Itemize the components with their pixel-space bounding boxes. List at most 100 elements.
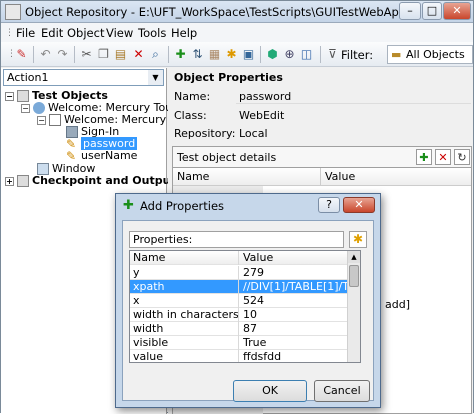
table-row-selected[interactable]: xpath //DIV[1]/TABLE[1]/TB... bbox=[130, 280, 348, 294]
minimize-button[interactable]: – bbox=[399, 2, 421, 20]
repository-icon[interactable]: ◫ bbox=[298, 46, 315, 63]
repository-value: Local bbox=[239, 127, 268, 140]
remove-property-icon[interactable]: ✕ bbox=[435, 149, 451, 165]
chevron-down-icon: ▼ bbox=[148, 70, 163, 85]
find-icon[interactable]: ⌕ bbox=[147, 46, 164, 63]
target-icon[interactable]: ⊕ bbox=[281, 46, 298, 63]
filter-icon: ⊽ bbox=[328, 47, 337, 61]
title-bar: Object Repository - E:\UFT_WorkSpace\Tes… bbox=[1, 1, 473, 23]
menu-bar: ⋮ File Edit Object View Tools Help bbox=[1, 23, 473, 42]
highlight-icon[interactable]: ✱ bbox=[223, 46, 240, 63]
table-row[interactable]: y 279 bbox=[130, 266, 348, 280]
undo-icon[interactable]: ↶ bbox=[37, 46, 54, 63]
properties-filter-field[interactable]: Properties: bbox=[129, 231, 344, 248]
update-from-app-icon[interactable]: ⇅ bbox=[189, 46, 206, 63]
copy-icon[interactable]: ❐ bbox=[95, 46, 112, 63]
properties-label: Properties: bbox=[133, 233, 193, 246]
name-value: password bbox=[239, 90, 292, 103]
table-row[interactable]: width 87 bbox=[130, 322, 348, 336]
folder-icon: ▬ bbox=[391, 48, 402, 61]
dialog-close-button[interactable]: ✕ bbox=[343, 197, 375, 213]
dialog-title: Add Properties bbox=[140, 199, 225, 213]
add-properties-dialog: ✚ Add Properties ? ✕ Properties: ✱ Name … bbox=[115, 193, 381, 408]
locate-icon[interactable]: ▣ bbox=[240, 46, 257, 63]
table-row[interactable]: visible True bbox=[130, 336, 348, 350]
table-row[interactable]: width in characters 10 bbox=[130, 308, 348, 322]
row-name: width bbox=[133, 322, 239, 336]
properties-table: Name Value y 279 xpath //DIV[1]/TABLE[1]/T… bbox=[129, 250, 361, 363]
add-property-icon[interactable]: ✚ bbox=[416, 149, 432, 165]
object-spy-icon[interactable]: ⬢ bbox=[264, 46, 281, 63]
toolbar-separator bbox=[260, 46, 261, 63]
scroll-thumb[interactable] bbox=[349, 265, 359, 287]
ok-button[interactable]: OK bbox=[233, 380, 307, 402]
menubar-grip-icon: ⋮ bbox=[5, 28, 14, 38]
toolbar-separator bbox=[33, 46, 34, 63]
toolbar-separator bbox=[74, 46, 75, 63]
row-name: y bbox=[133, 266, 239, 280]
expand-toggle-icon[interactable]: + bbox=[5, 176, 14, 186]
menu-edit[interactable]: Edit bbox=[41, 26, 63, 40]
scroll-up-icon[interactable]: ▲ bbox=[348, 251, 360, 263]
action-dropdown[interactable]: Action1 ▼ bbox=[3, 69, 164, 86]
row-value: 87 bbox=[243, 322, 257, 335]
collapse-toggle-icon[interactable]: − bbox=[37, 115, 46, 125]
merge-icon[interactable]: ▦ bbox=[206, 46, 223, 63]
object-repository-window: Object Repository - E:\UFT_WorkSpace\Tes… bbox=[0, 0, 474, 414]
menu-tools[interactable]: Tools bbox=[138, 26, 166, 40]
filter-value: All Objects bbox=[406, 48, 465, 61]
table-row[interactable]: x 524 bbox=[130, 294, 348, 308]
properties-scrollbar[interactable]: ▲ bbox=[347, 251, 360, 362]
row-value: //DIV[1]/TABLE[1]/TB... bbox=[243, 280, 347, 293]
details-col-name[interactable]: Name bbox=[173, 168, 321, 186]
test-object-details-bar: Test object details ✚ ✕ ↻ bbox=[172, 146, 472, 168]
row-value: 279 bbox=[243, 266, 264, 279]
collapse-toggle-icon[interactable]: − bbox=[21, 103, 30, 113]
add-icon: ✚ bbox=[123, 198, 134, 213]
menu-object[interactable]: Object bbox=[67, 26, 104, 40]
dialog-help-button[interactable]: ? bbox=[318, 197, 340, 213]
details-partial-value: add] bbox=[385, 298, 410, 311]
action-value: Action1 bbox=[7, 71, 49, 84]
refresh-icon[interactable]: ↻ bbox=[454, 149, 470, 165]
details-col-value[interactable]: Value bbox=[321, 168, 471, 186]
edit-field-icon: ✎ bbox=[66, 149, 77, 163]
row-name: x bbox=[133, 294, 239, 308]
cut-icon[interactable]: ✂ bbox=[78, 46, 95, 63]
properties-table-header: Name Value bbox=[130, 251, 348, 265]
name-field[interactable]: password bbox=[236, 87, 471, 104]
menu-view[interactable]: View bbox=[106, 26, 133, 40]
close-button[interactable]: ✕ bbox=[443, 2, 471, 20]
page-icon bbox=[49, 114, 61, 126]
row-name: visible bbox=[133, 336, 239, 350]
redo-icon[interactable]: ↷ bbox=[54, 46, 71, 63]
checkpoint-folder-icon bbox=[17, 175, 29, 187]
delete-icon[interactable]: ✕ bbox=[130, 46, 147, 63]
tree-node-username[interactable]: ✎ userName bbox=[66, 149, 137, 162]
toolbar-separator bbox=[168, 46, 169, 63]
add-objects-icon[interactable]: ✚ bbox=[172, 46, 189, 63]
maximize-button[interactable]: □ bbox=[422, 2, 442, 20]
repository-label: Repository: bbox=[174, 127, 236, 140]
table-row[interactable]: value ffdsfdd bbox=[130, 350, 348, 363]
class-value: WebEdit bbox=[239, 109, 285, 122]
tree-label: userName bbox=[81, 149, 138, 162]
row-value: ffdsfdd bbox=[243, 350, 282, 363]
paste-icon[interactable]: ▤ bbox=[112, 46, 129, 63]
details-label: Test object details bbox=[177, 151, 277, 164]
window-title: Object Repository - E:\UFT_WorkSpace\Tes… bbox=[25, 5, 407, 19]
app-icon bbox=[5, 4, 21, 20]
collapse-toggle-icon[interactable]: − bbox=[5, 91, 14, 101]
menu-help[interactable]: Help bbox=[171, 26, 197, 40]
filter-dropdown[interactable]: ▬ All Objects bbox=[387, 45, 473, 64]
section-title: Object Properties bbox=[174, 71, 283, 84]
row-value: 524 bbox=[243, 294, 264, 307]
col-name-header[interactable]: Name bbox=[133, 251, 239, 265]
row-value: 10 bbox=[243, 308, 257, 321]
cancel-button[interactable]: Cancel bbox=[314, 380, 370, 402]
col-value-header[interactable]: Value bbox=[243, 251, 347, 265]
toolbar-separator bbox=[320, 46, 321, 63]
menu-file[interactable]: File bbox=[16, 26, 35, 40]
new-object-icon[interactable]: ✎ bbox=[13, 46, 30, 63]
new-property-icon[interactable]: ✱ bbox=[349, 231, 367, 248]
